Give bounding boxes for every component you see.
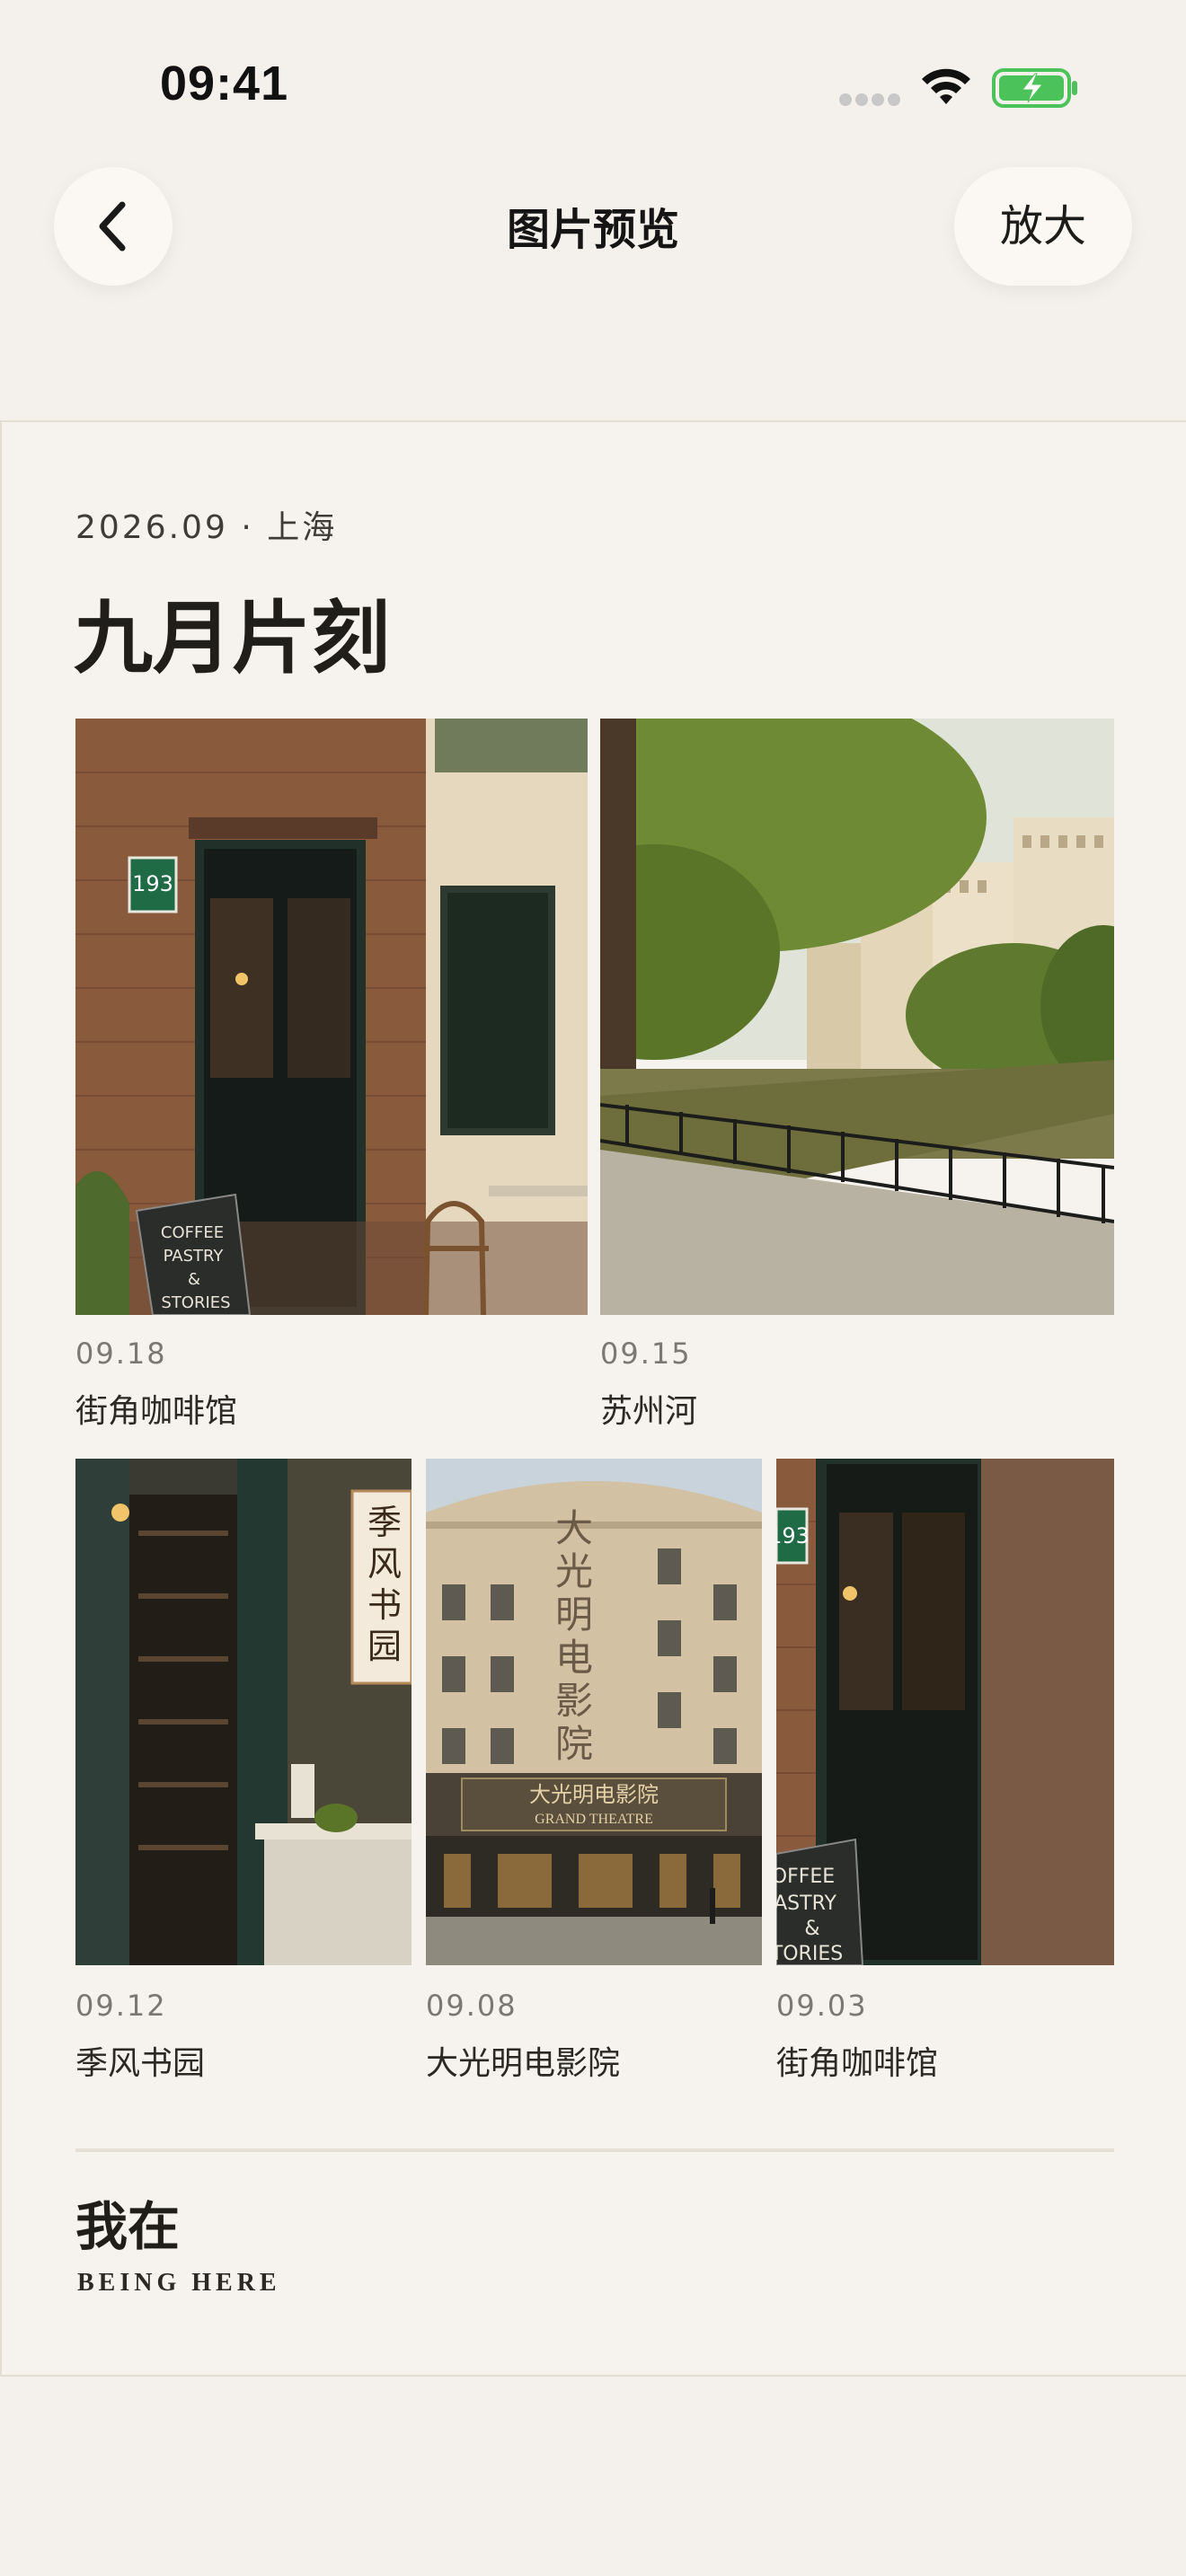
svg-text:&: & bbox=[804, 1918, 819, 1940]
photo-date: 09.18 bbox=[75, 1337, 167, 1371]
photo-thumbnail[interactable]: 大 光 明 电 影 院 大光明电影院 GRAND THEATRE bbox=[426, 1459, 762, 1965]
svg-text:明: 明 bbox=[555, 1592, 593, 1636]
zoom-button[interactable]: 放大 bbox=[954, 167, 1132, 286]
svg-text:COFFEE: COFFEE bbox=[161, 1223, 224, 1242]
svg-text:STORIES: STORIES bbox=[161, 1293, 230, 1312]
battery-charging-icon bbox=[992, 68, 1077, 108]
svg-text:影: 影 bbox=[555, 1679, 593, 1723]
photo-thumbnail[interactable]: 193 OFFEE ASTRY & TORIES bbox=[776, 1459, 1114, 1965]
wifi-icon bbox=[922, 68, 970, 104]
svg-text:OFFEE: OFFEE bbox=[776, 1866, 835, 1888]
album-meta: 2026.09 · 上海 bbox=[75, 509, 338, 546]
cafe-sign: COFFEE PASTRY & STORIES bbox=[135, 1193, 252, 1315]
svg-text:园: 园 bbox=[367, 1627, 402, 1666]
svg-text:季: 季 bbox=[367, 1503, 402, 1542]
photo-date: 09.03 bbox=[776, 1989, 868, 2023]
page-title: 图片预览 bbox=[506, 205, 679, 255]
footer-divider bbox=[75, 2148, 1114, 2152]
svg-text:TORIES: TORIES bbox=[776, 1943, 843, 1965]
photo-thumbnail[interactable] bbox=[600, 719, 1114, 1315]
theatre-marquee: 大光明电影院 bbox=[529, 1782, 659, 1807]
svg-text:PASTRY: PASTRY bbox=[164, 1247, 225, 1266]
svg-text:大: 大 bbox=[555, 1506, 593, 1550]
album-title: 九月片刻 bbox=[74, 591, 391, 684]
photo-date: 09.08 bbox=[426, 1989, 518, 2023]
signal-dots-icon bbox=[839, 93, 902, 106]
footer-subtitle: BEING HERE bbox=[77, 2269, 281, 2297]
house-number: 193 bbox=[776, 1523, 810, 1548]
photo-date: 09.15 bbox=[600, 1337, 692, 1371]
chevron-left-icon bbox=[99, 201, 126, 251]
status-time: 09:41 bbox=[160, 57, 289, 110]
photo-name: 街角咖啡馆 bbox=[75, 1393, 238, 1430]
photo-date: 09.12 bbox=[75, 1989, 167, 2023]
svg-text:ASTRY: ASTRY bbox=[776, 1892, 836, 1915]
photo-name: 大光明电影院 bbox=[426, 2045, 621, 2082]
cafe-sign: OFFEE ASTRY & TORIES bbox=[776, 1838, 864, 1965]
photo-name: 苏州河 bbox=[600, 1393, 698, 1430]
theatre-english: GRAND THEATRE bbox=[535, 1812, 653, 1827]
album-card: 2026.09 · 上海 九月片刻 193 COFFEE PASTRY & ST… bbox=[0, 420, 1186, 2377]
photo-name: 季风书园 bbox=[75, 2045, 206, 2082]
photo-thumbnail[interactable]: 季 风 书 园 bbox=[75, 1459, 412, 1965]
svg-text:风: 风 bbox=[367, 1544, 402, 1584]
back-button[interactable] bbox=[54, 167, 173, 286]
svg-text:书: 书 bbox=[367, 1585, 402, 1625]
house-number: 193 bbox=[132, 871, 173, 896]
svg-text:&: & bbox=[188, 1270, 200, 1289]
photo-preview-screen: 09:41 图片预览 放大 2026.09 · 上海 九月片刻 193 COFF… bbox=[0, 0, 1186, 2576]
footer-title: 我在 bbox=[75, 2196, 181, 2257]
svg-text:电: 电 bbox=[555, 1636, 593, 1680]
photo-name: 街角咖啡馆 bbox=[776, 2045, 939, 2082]
svg-text:光: 光 bbox=[555, 1549, 593, 1593]
svg-text:院: 院 bbox=[555, 1722, 593, 1766]
status-bar: 09:41 bbox=[0, 0, 1186, 171]
theatre-vertical-sign: 大 光 明 电 影 院 bbox=[555, 1506, 593, 1766]
photo-thumbnail[interactable]: 193 COFFEE PASTRY & STORIES bbox=[75, 719, 588, 1315]
